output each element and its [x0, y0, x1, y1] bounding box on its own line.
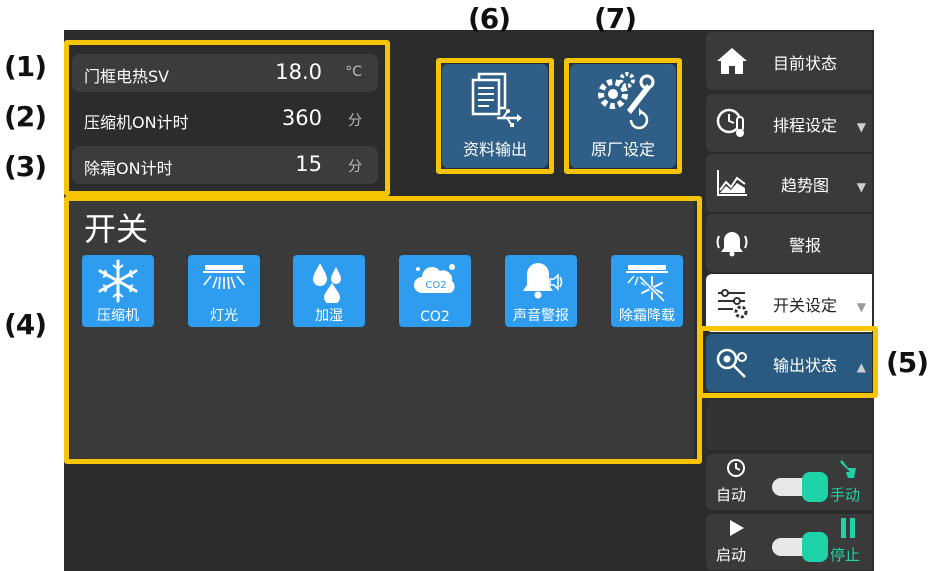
- factory-settings-button[interactable]: 原厂设定: [570, 64, 676, 168]
- defrost-icon: [611, 259, 683, 303]
- annotation-label: (7): [594, 2, 637, 35]
- param-label: 压缩机ON计时: [84, 113, 189, 132]
- switch-humidify[interactable]: 加湿: [293, 255, 365, 327]
- menu-item-alarm[interactable]: 警报: [706, 214, 872, 272]
- chevron-down-icon: ▼: [856, 180, 866, 194]
- sliders-gear-icon: [714, 286, 750, 320]
- switch-label: 压缩机: [97, 308, 139, 324]
- auto-label: 自动: [716, 486, 747, 504]
- switch-panel: [70, 198, 694, 460]
- switch-sound-alarm[interactable]: 声音警报: [505, 255, 577, 327]
- param-label: 除霜ON计时: [84, 159, 173, 178]
- co2-cloud-icon: CO2: [399, 259, 471, 303]
- light-bar-icon: [188, 259, 260, 303]
- param-row-defrost-timer[interactable]: 除霜ON计时 15 分: [72, 146, 378, 184]
- document-usb-icon: [442, 70, 548, 132]
- schedule-thermometer-icon: [714, 106, 750, 140]
- switch-co2[interactable]: CO2 CO2: [399, 255, 471, 327]
- droplets-icon: [293, 259, 365, 303]
- param-value: 15: [295, 152, 322, 176]
- switch-label: CO2: [420, 309, 450, 325]
- clock-icon: [726, 458, 746, 482]
- menu-item-label: 输出状态: [772, 356, 837, 375]
- svg-text:CO2: CO2: [425, 280, 446, 291]
- annotation-label: (1): [4, 50, 47, 83]
- switch-label: 除霜降载: [619, 308, 675, 324]
- menu-item-label: 趋势图: [780, 176, 829, 195]
- alarm-bell-icon: [714, 226, 750, 260]
- annotation-label: (4): [4, 308, 47, 341]
- annotation-label: (5): [886, 346, 929, 379]
- output-status-icon: [714, 346, 750, 380]
- param-row-compressor-timer[interactable]: 压缩机ON计时 360 分: [72, 100, 378, 138]
- menu-item-label: 开关设定: [772, 296, 837, 315]
- menu-item-schedule-settings[interactable]: 排程设定 ▼: [706, 94, 872, 152]
- toggle-knob[interactable]: [802, 472, 828, 502]
- param-unit: 分: [348, 159, 362, 175]
- switch-light[interactable]: 灯光: [188, 255, 260, 327]
- switch-compressor[interactable]: 压缩机: [82, 255, 154, 327]
- menu-blank-slot: [706, 400, 872, 450]
- param-unit: °C: [345, 64, 362, 80]
- switch-label: 声音警报: [513, 308, 569, 324]
- chevron-down-icon: ▼: [856, 120, 866, 134]
- gear-wrench-icon: [570, 70, 676, 132]
- annotation-label: (3): [4, 150, 47, 183]
- home-icon: [714, 44, 750, 78]
- annotation-label: (2): [4, 100, 47, 133]
- switch-label: 加湿: [315, 308, 343, 324]
- manual-label: 手动: [830, 486, 861, 504]
- bell-sound-icon: [505, 259, 577, 303]
- data-output-label: 资料输出: [462, 140, 527, 159]
- play-icon: [726, 518, 746, 542]
- param-row-door-heater[interactable]: 门框电热SV 18.0 °C: [72, 54, 378, 92]
- auto-manual-toggle[interactable]: 自动 手动: [706, 454, 872, 510]
- hand-pointer-icon: [836, 456, 860, 484]
- switch-defrost-unload[interactable]: 除霜降载: [611, 255, 683, 327]
- menu-item-label: 警报: [788, 236, 821, 255]
- pause-icon: [836, 516, 860, 544]
- chevron-up-icon: ▲: [856, 360, 866, 374]
- data-output-button[interactable]: 资料输出: [442, 64, 548, 168]
- menu-item-output-status[interactable]: 输出状态 ▲: [706, 334, 872, 392]
- start-stop-toggle[interactable]: 启动 停止: [706, 514, 872, 570]
- toggle-knob[interactable]: [802, 532, 828, 562]
- menu-item-current-status[interactable]: 目前状态: [706, 32, 872, 90]
- menu-item-label: 目前状态: [772, 54, 837, 73]
- annotation-label: (6): [468, 2, 511, 35]
- param-unit: 分: [348, 113, 362, 129]
- param-value: 18.0: [275, 60, 322, 84]
- menu-item-switch-settings[interactable]: 开关设定 ▼: [706, 274, 872, 332]
- param-label: 门框电热SV: [84, 67, 170, 86]
- trend-chart-icon: [714, 166, 750, 200]
- menu-item-trend-chart[interactable]: 趋势图 ▼: [706, 154, 872, 212]
- start-label: 启动: [716, 546, 747, 564]
- chevron-down-icon: ▼: [856, 300, 866, 314]
- switch-label: 灯光: [210, 308, 238, 324]
- param-value: 360: [281, 106, 322, 130]
- factory-settings-label: 原厂设定: [590, 140, 655, 159]
- stop-label: 停止: [830, 546, 861, 564]
- switch-panel-title: 开关: [84, 210, 149, 248]
- snowflake-icon: [82, 259, 154, 303]
- menu-item-label: 排程设定: [772, 116, 837, 135]
